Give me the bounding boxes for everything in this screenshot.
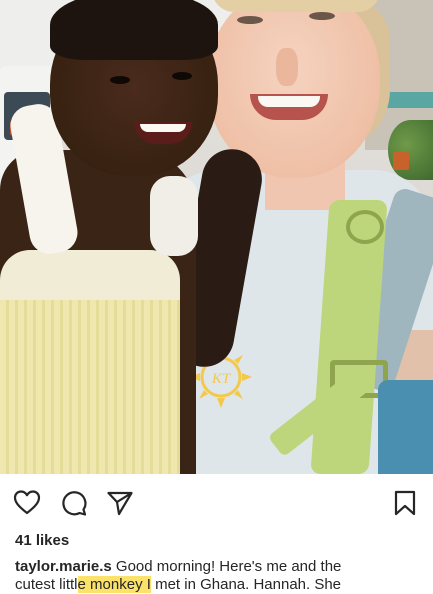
caption-highlight: e monkey I [77,576,151,593]
instagram-post: KT 41 likes taylor.marie.s Good morning!… [0,0,433,593]
comment-icon[interactable] [60,489,88,517]
woman-eye-right [309,12,335,20]
paper-plane-icon[interactable] [106,489,134,517]
post-photo[interactable]: KT [0,0,433,474]
woman-hair-top [212,0,380,12]
woman-teeth [258,96,320,107]
caption-username[interactable]: taylor.marie.s [15,558,112,575]
bookmark-icon[interactable] [391,489,419,517]
child-teeth [140,124,186,132]
woman-nose [276,48,298,86]
child-eye-left [110,76,130,84]
likes-count[interactable]: 41 likes [15,532,69,549]
caption-text-line2a: cutest littl [15,576,78,593]
child-hair [50,0,218,60]
post-caption: taylor.marie.s Good morning! Here's me a… [15,558,425,594]
heart-icon[interactable] [13,489,41,517]
caption-text-line2b: met in Ghana. Hannah. She [150,576,342,593]
woman-eye-left [237,16,263,24]
child-dress-ruffle-right [150,176,198,256]
caption-text-line1: Good morning! Here's me and the [111,558,342,575]
post-action-bar [0,480,433,526]
backpack-ring [346,210,384,244]
photo-pot [393,152,409,170]
shirt-logo-text: KT [211,371,232,387]
photo-plants [388,120,433,180]
child-eye-right [172,72,192,80]
child-dress [0,300,180,474]
backpack-side [378,380,433,474]
